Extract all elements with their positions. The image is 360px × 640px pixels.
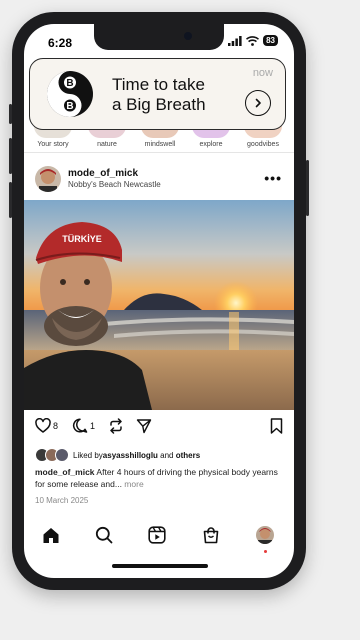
story-label: goodvibes [247, 141, 279, 148]
story-label: Your story [37, 141, 69, 148]
push-notification[interactable]: B B Time to take a Big Breath now [29, 58, 286, 130]
tab-shop[interactable] [200, 524, 222, 546]
comment-icon[interactable] [72, 418, 88, 433]
search-icon [95, 526, 113, 544]
logo-letter-top: B [66, 78, 73, 89]
heart-icon[interactable] [35, 418, 51, 433]
notification-title: Time to take a Big Breath [112, 75, 206, 115]
comment-count: 1 [90, 420, 96, 431]
liker-avatar-3 [55, 448, 69, 462]
liked-by-prefix: Liked by [73, 450, 103, 460]
notification-title-line1: Time to take [112, 75, 205, 94]
logo-letter-bottom: B [66, 101, 73, 112]
bottom-tab-bar [24, 518, 294, 553]
cap-text: TÜRKİYE [62, 234, 102, 244]
shopping-bag-icon [203, 527, 219, 544]
battery-indicator: 83 [263, 35, 278, 46]
post-photo[interactable]: TÜRKİYE [24, 200, 294, 410]
stories-divider [24, 152, 294, 153]
repost-icon[interactable] [108, 418, 124, 434]
save-action [270, 418, 283, 434]
notification-open-button[interactable] [245, 90, 271, 116]
liked-by-others[interactable]: others [176, 451, 200, 460]
camera-icon [184, 32, 192, 40]
yin-yang-logo-icon: B B [47, 71, 93, 117]
like-count: 8 [53, 420, 59, 431]
story-label: mindswell [144, 141, 176, 148]
liked-by-suffix: and [157, 450, 176, 460]
phone-screen: 6:28 83 Your story nature mindswell expl… [24, 24, 294, 578]
phone-side-button-left-2 [9, 138, 12, 174]
post-date: 10 March 2025 [35, 496, 89, 505]
liked-by-user[interactable]: asyasshilloglu [103, 451, 158, 460]
post-header: mode_of_mick Nobby's Beach Newcastle ••• [24, 162, 294, 194]
tab-home[interactable] [40, 524, 62, 546]
caption-username[interactable]: mode_of_mick [35, 467, 95, 477]
beach-selfie-image: TÜRKİYE [24, 200, 294, 410]
notch [94, 24, 224, 50]
phone-side-button-left-1 [9, 104, 12, 124]
avatar-image [35, 166, 61, 192]
status-icons: 83 [228, 35, 278, 46]
wifi-icon [246, 35, 260, 46]
home-indicator [112, 564, 208, 568]
tab-reels[interactable] [146, 524, 168, 546]
status-time: 6:28 [48, 36, 73, 50]
more-horizontal-icon[interactable]: ••• [264, 170, 282, 186]
bookmark-icon[interactable] [270, 418, 283, 434]
post-actions: 8 1 [24, 418, 294, 440]
chevron-right-icon [255, 98, 261, 108]
send-icon[interactable] [136, 418, 152, 434]
like-action: 8 [35, 418, 58, 433]
share-action [136, 418, 152, 434]
profile-avatar-icon [256, 526, 274, 544]
caption-more-link[interactable]: more [122, 479, 143, 489]
tab-search[interactable] [93, 524, 115, 546]
repost-action [108, 418, 124, 434]
phone-side-button-left-3 [9, 182, 12, 218]
notification-time: now [252, 67, 273, 79]
phone-side-button-right [306, 160, 309, 216]
story-label: nature [97, 141, 117, 148]
post-caption: mode_of_mick After 4 hours of driving th… [35, 466, 285, 490]
post-username[interactable]: mode_of_mick [68, 168, 138, 179]
liked-by-row[interactable]: Liked by asyasshilloglu and others [35, 448, 200, 462]
home-icon [43, 527, 59, 543]
notification-title-line2: a Big Breath [112, 95, 206, 114]
post-location[interactable]: Nobby's Beach Newcastle [68, 180, 161, 189]
notification-dot [264, 550, 267, 553]
tab-profile[interactable] [254, 524, 276, 553]
reels-icon [148, 526, 166, 544]
signal-icon [228, 35, 242, 46]
post-avatar[interactable] [35, 166, 61, 192]
comment-action: 1 [72, 418, 95, 433]
story-label: explore [199, 141, 223, 148]
